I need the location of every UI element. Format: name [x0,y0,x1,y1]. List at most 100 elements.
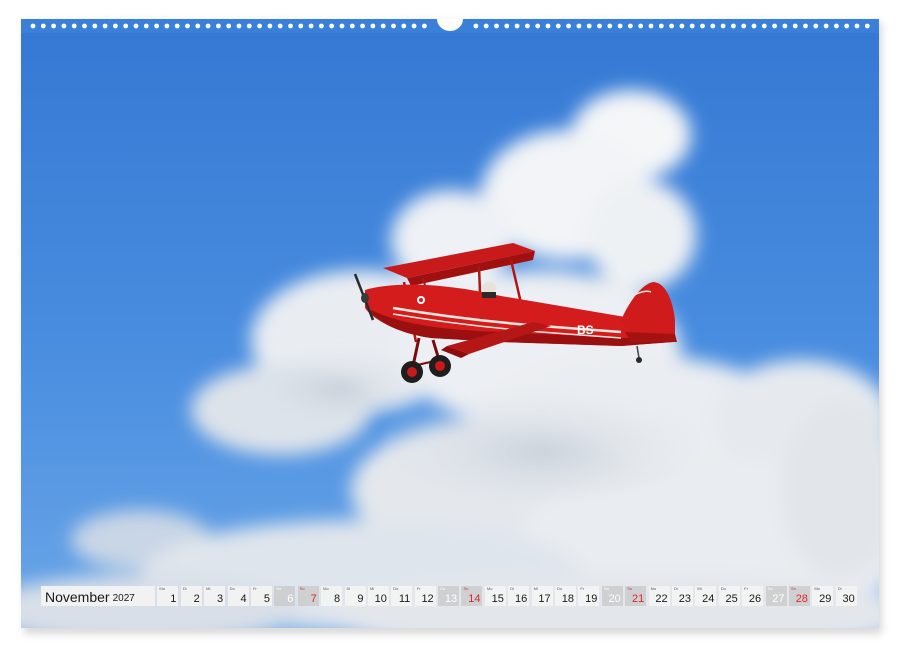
day-cell: So 14 [461,586,483,606]
binding-hole [576,23,582,29]
day-cell: Mi 24 [695,586,717,606]
day-weekday: Mi [369,586,375,591]
day-weekday: Mi [697,586,702,591]
binding-hole [700,23,705,29]
binding-hole [102,23,108,29]
binding-hole [123,23,129,29]
day-number: 21 [631,593,645,605]
binding-hole [689,23,695,29]
binding-hole [164,23,170,29]
day-weekday: So [299,586,305,591]
binding-hole [751,23,757,29]
day-number: 20 [608,593,621,605]
date-strip: November 2027 Mo 1 Di 2 Mi 3 Do 4 Fr 5 Sa 6 So 7 Mo 8 Di… [41,586,857,606]
day-number: 14 [468,593,481,605]
day-number: 1 [170,593,177,605]
binding-hole [844,23,850,29]
binding-hole [246,23,252,29]
day-weekday: So [790,586,796,591]
binding-hole [257,23,262,29]
day-weekday: Di [673,586,678,591]
month-label: November 2027 [41,586,155,606]
day-cell: So 21 [625,586,647,606]
day-cell: Fr 19 [578,586,600,606]
day-number: 9 [357,593,364,605]
binding-hole [782,23,788,29]
binding-hole [30,23,36,29]
day-weekday: Mi [206,586,211,591]
binding-hole [731,23,736,29]
binding-hole [720,23,726,29]
day-cell: Do 11 [391,586,413,606]
day-number: 29 [819,593,832,605]
day-number: 24 [702,593,715,605]
binding-hole [195,23,201,29]
binding-hole [226,23,232,29]
binding-hole [648,23,654,29]
binding-hole [391,23,396,29]
day-weekday: Mi [533,586,538,591]
day-weekday: Fr [252,586,257,591]
day-number: 28 [795,593,808,605]
binding-hole [216,23,221,29]
day-cell: Di 2 [180,586,202,606]
binding-hole [823,23,829,29]
day-number: 4 [240,593,247,605]
month-name: November [45,589,110,605]
binding-hole [607,23,613,29]
day-weekday: Fr [744,586,748,591]
binding-hole [473,23,479,29]
day-number: 12 [421,593,434,605]
day-cell: Do 25 [718,586,740,606]
day-number: 18 [561,593,575,605]
binding-hole [236,23,242,29]
binding-hole [514,23,520,29]
day-weekday: Sa [767,586,773,591]
day-cell: Di 16 [508,586,530,606]
binding-hole [143,23,149,29]
day-cell: Mo 29 [812,586,834,606]
day-number: 22 [655,593,668,605]
binding-hole [133,23,139,29]
day-number: 23 [678,593,691,605]
month-year: 2027 [112,593,135,604]
biplane-photo: BS [21,20,879,628]
binding-hole [710,23,716,29]
day-weekday: Di [346,586,351,591]
binding-hole [40,23,46,29]
day-cell: So 7 [297,586,319,606]
plane-marking: BS [577,323,594,337]
binding-hole [71,23,77,29]
day-weekday: Do [557,586,563,591]
binding-hole [411,23,417,29]
binding-hole [792,23,798,29]
day-cell: Sa 20 [601,586,623,606]
binding-hole [597,23,602,29]
day-weekday: Mo [323,586,329,591]
binding-hole [483,23,489,29]
day-weekday: Do [229,586,235,591]
day-number: 27 [772,593,785,605]
day-number: 30 [842,593,855,605]
day-weekday: Mo [159,586,165,591]
binding-hole [349,23,355,29]
binding-hole [535,23,541,29]
day-cell: So 28 [788,586,810,606]
binding-hole [741,23,747,29]
binding-hole [298,23,304,29]
day-cell: Mo 8 [321,586,343,606]
binding-hole [205,23,211,29]
day-number: 2 [193,593,200,605]
day-cell: Mo 1 [157,586,179,606]
binding-hole [803,23,808,29]
binding-hole [339,23,345,29]
binding-hole [113,23,118,29]
binding-hole [154,23,160,29]
binding-hole [658,23,664,29]
binding-hole [617,23,623,29]
binding-hole [329,23,335,29]
binding-hole [586,23,592,29]
day-cell: Di 9 [344,586,366,606]
day-number: 11 [398,593,411,605]
day-number: 6 [287,593,294,605]
